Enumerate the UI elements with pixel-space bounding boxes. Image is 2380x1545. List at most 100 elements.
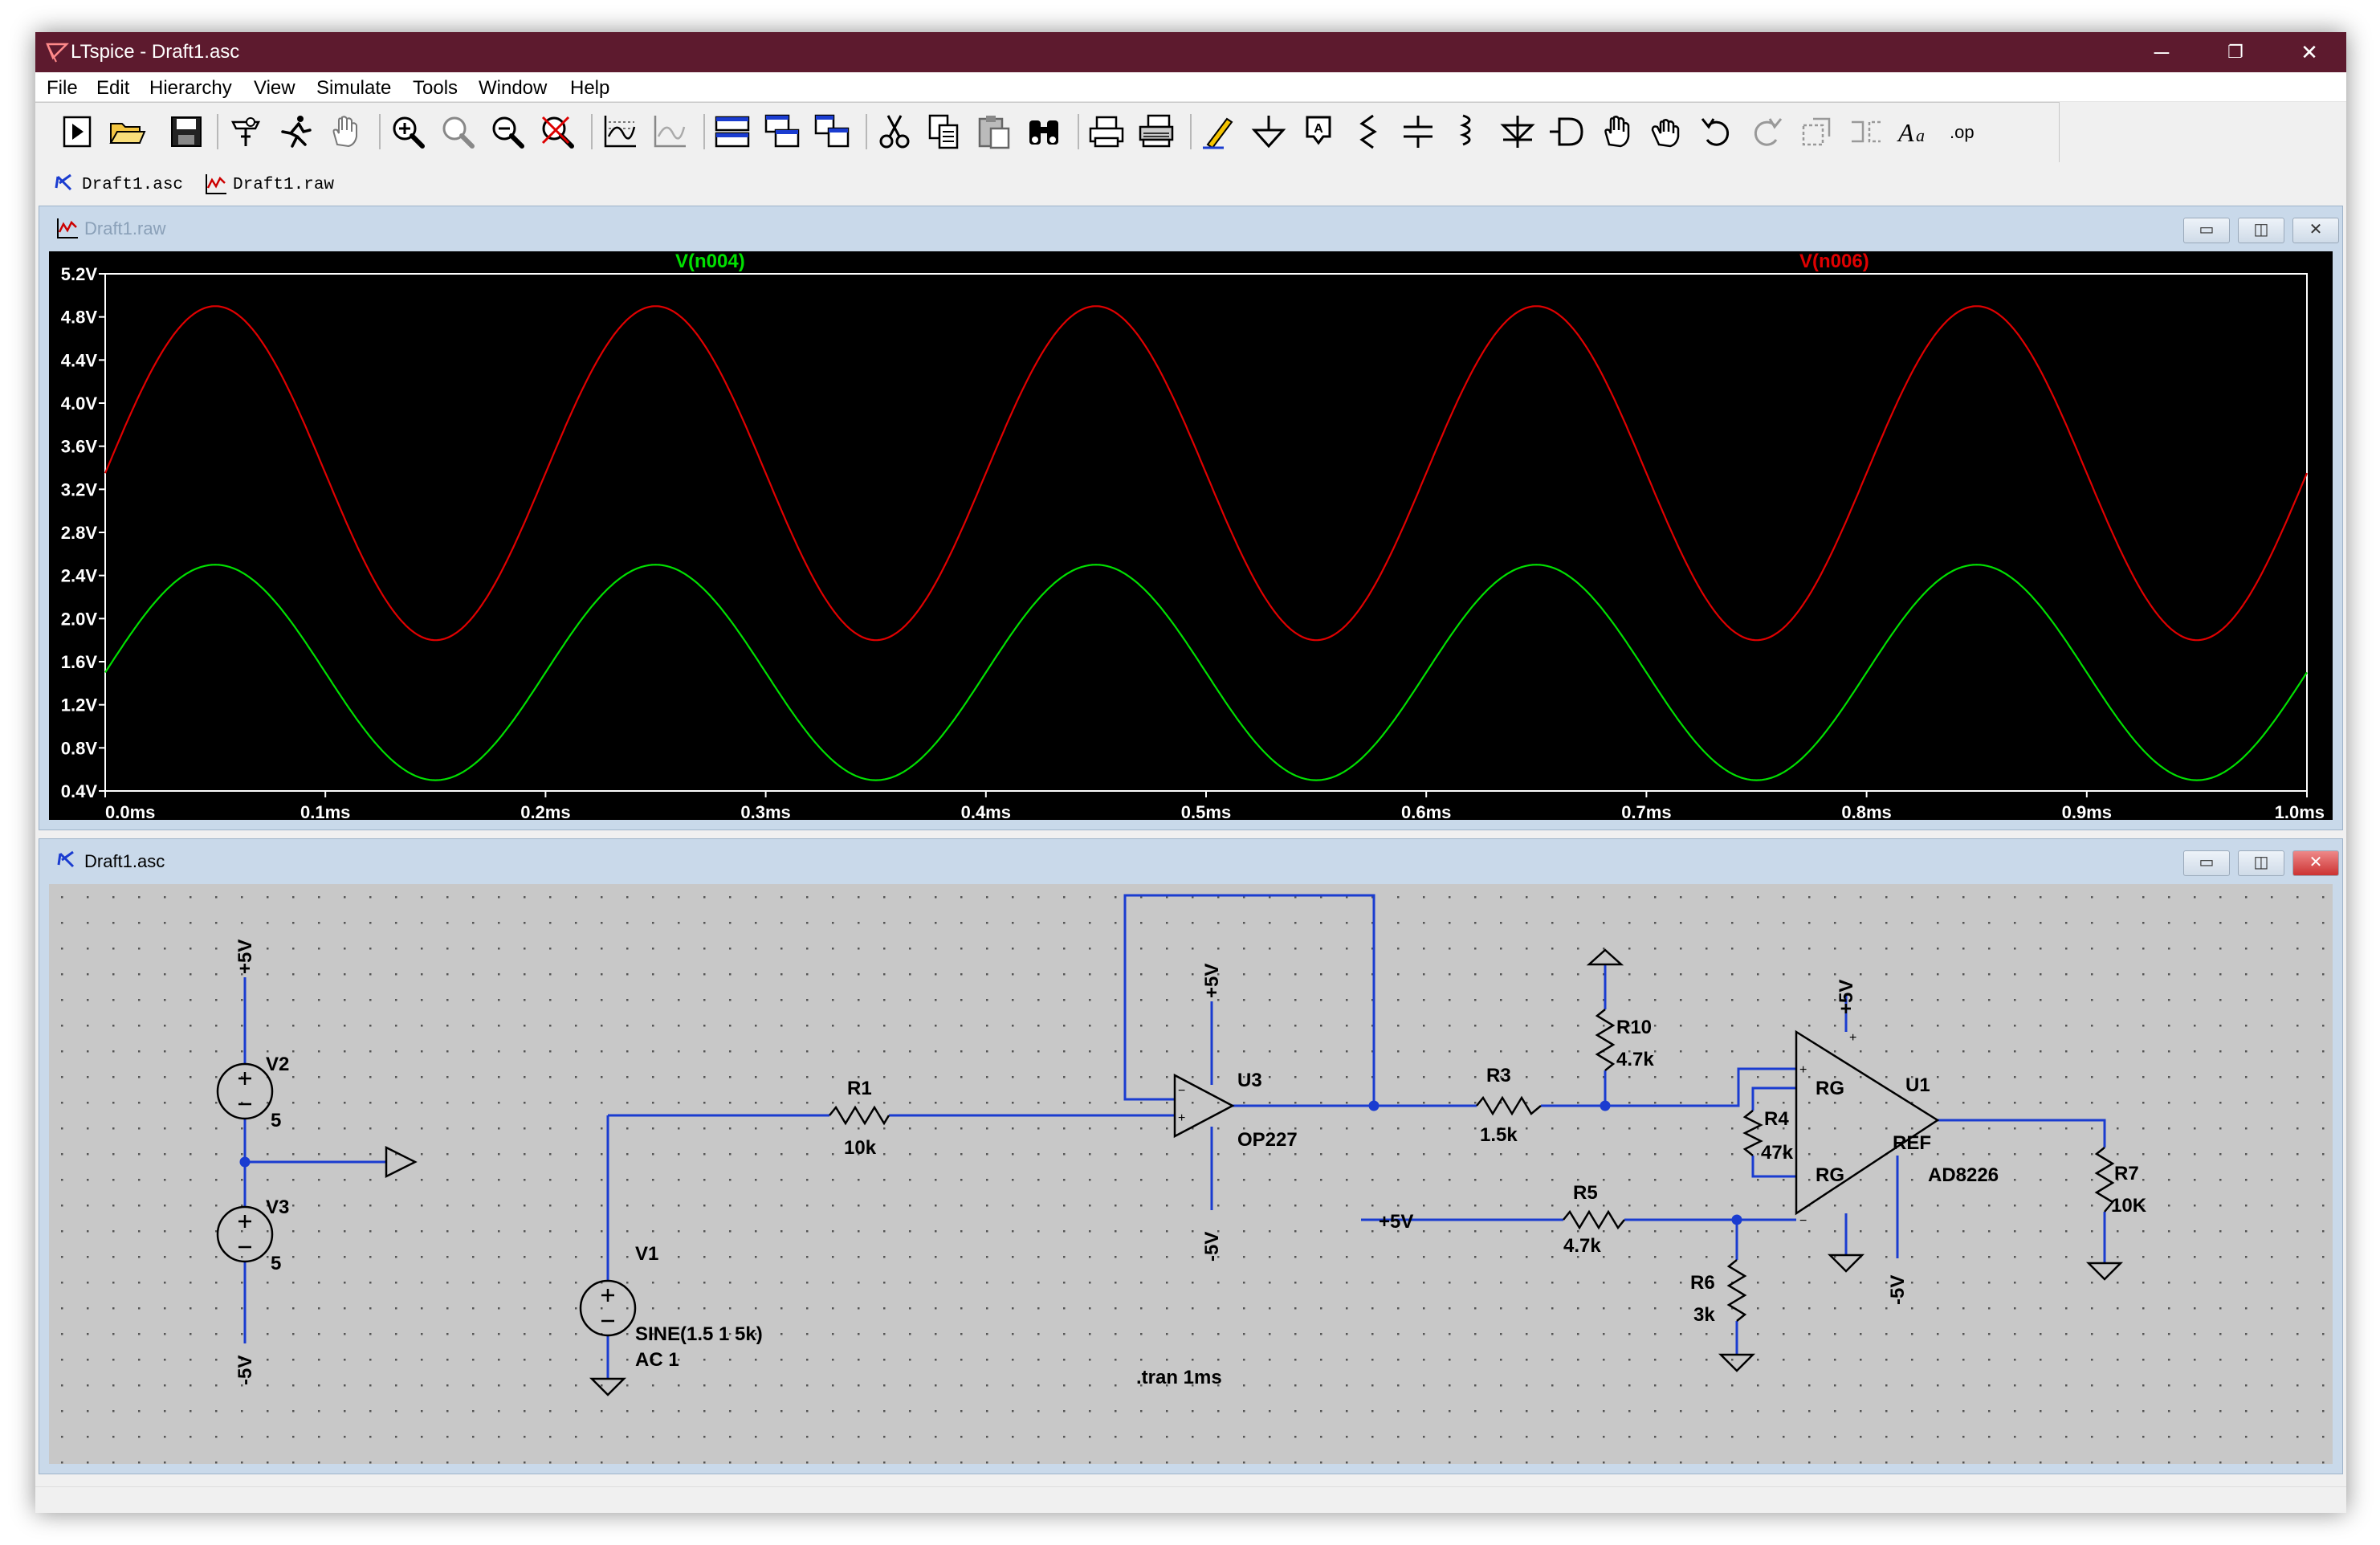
r1-value: 10k <box>844 1137 877 1159</box>
move-icon[interactable] <box>1598 112 1636 151</box>
control-panel-icon[interactable] <box>226 112 265 151</box>
x-tick-label: 0.1ms <box>300 802 350 820</box>
toolbar-separator <box>1190 114 1192 149</box>
waveform-restore-button[interactable]: ◫ <box>2238 218 2284 243</box>
zoom-in-icon[interactable] <box>389 112 427 151</box>
paste-icon[interactable] <box>975 112 1013 151</box>
svg-text:+: + <box>1799 1063 1807 1077</box>
y-tick-label: 0.4V <box>61 781 98 801</box>
menu-simulate[interactable]: Simulate <box>316 77 391 100</box>
spice-directive[interactable]: .tran 1ms <box>1136 1367 1222 1388</box>
tile-horizontal-icon[interactable] <box>713 112 752 151</box>
open-icon[interactable] <box>108 112 146 151</box>
ground-icon[interactable] <box>1249 112 1288 151</box>
title-bar: LTspice - Draft1.asc ─ ❐ ✕ <box>35 32 2346 72</box>
diode-icon[interactable] <box>1498 112 1537 151</box>
y-tick-label: 4.0V <box>61 393 98 414</box>
mirror-icon[interactable] <box>1847 112 1885 151</box>
x-tick-label: 0.5ms <box>1181 802 1231 820</box>
toolbar-separator <box>866 114 867 149</box>
waveform-minimize-button[interactable]: ▭ <box>2183 218 2230 243</box>
autorange-icon[interactable] <box>601 112 639 151</box>
redo-icon[interactable] <box>1747 112 1786 151</box>
close-button[interactable]: ✕ <box>2272 32 2346 72</box>
schematic-restore-button[interactable]: ◫ <box>2238 850 2284 876</box>
run-icon[interactable] <box>58 112 96 151</box>
svg-text:A: A <box>1314 122 1323 136</box>
zoom-full-icon[interactable] <box>438 112 477 151</box>
tile-vertical-icon[interactable] <box>813 112 851 151</box>
trace-label[interactable]: V(n006) <box>1799 251 1869 272</box>
svg-text:+: + <box>1849 1031 1856 1045</box>
print-setup-icon[interactable] <box>1137 112 1176 151</box>
toolbar-separator <box>591 114 593 149</box>
svg-text:A: A <box>1897 118 1914 147</box>
capacitor-icon[interactable] <box>1399 112 1437 151</box>
trace-vn004[interactable] <box>104 564 2308 781</box>
copy-icon[interactable] <box>925 112 964 151</box>
menu-file[interactable]: File <box>47 77 78 100</box>
text-icon[interactable]: Aa <box>1897 112 1935 151</box>
menu-window[interactable]: Window <box>479 77 547 100</box>
r1-name: R1 <box>847 1078 872 1099</box>
menu-help[interactable]: Help <box>570 77 609 100</box>
x-tick-label: 0.7ms <box>1621 802 1671 820</box>
zoom-cancel-icon[interactable] <box>538 112 577 151</box>
r6-name: R6 <box>1690 1272 1715 1294</box>
cut-icon[interactable] <box>875 112 914 151</box>
run-simulation-icon[interactable] <box>276 112 315 151</box>
waveform-plot-area[interactable]: 5.2V 4.8V 4.4V 4.0V 3.6V 3.2V 2.8V 2.4V 2.0V 1.6V… <box>49 251 2333 822</box>
undo-icon[interactable] <box>1697 112 1736 151</box>
schematic-close-button[interactable]: ✕ <box>2292 850 2339 876</box>
cascade-icon[interactable] <box>763 112 801 151</box>
svg-text:−: − <box>1799 1214 1807 1228</box>
u1-rg1-pin: RG <box>1816 1078 1844 1099</box>
component-icon[interactable] <box>1548 112 1587 151</box>
save-icon[interactable] <box>167 112 206 151</box>
x-tick-label: 0.0ms <box>105 802 155 820</box>
u3-model: OP227 <box>1237 1129 1298 1151</box>
maximize-button[interactable]: ❐ <box>2199 32 2272 72</box>
ltspice-window: LTspice - Draft1.asc ─ ❐ ✕ File Edit Hie… <box>35 32 2346 1513</box>
rotate-icon[interactable] <box>1797 112 1836 151</box>
junction <box>1600 1100 1611 1111</box>
draw-wire-icon[interactable] <box>1200 112 1238 151</box>
u3-neg-supply-label: -5V <box>1201 1232 1223 1262</box>
label-net-icon[interactable]: A <box>1299 112 1338 151</box>
print-icon[interactable] <box>1087 112 1126 151</box>
menu-view[interactable]: View <box>254 77 295 100</box>
r3-name: R3 <box>1486 1065 1511 1086</box>
delete-traces-icon[interactable] <box>650 112 689 151</box>
inductor-icon[interactable] <box>1449 112 1487 151</box>
v1-ac-value: AC 1 <box>635 1349 679 1371</box>
r6-value: 3k <box>1693 1304 1715 1326</box>
v3-name: V3 <box>266 1196 289 1218</box>
waveform-close-button[interactable]: ✕ <box>2292 218 2339 243</box>
u1-supply-label: +5V <box>1836 980 1857 1014</box>
tab-schematic[interactable]: Draft1.asc <box>48 170 193 199</box>
schematic-canvas[interactable]: − + + − + +5V V2 5 V3 5 -5V V1 SINE(1.5 1 … <box>49 884 2333 1464</box>
schematic-minimize-button[interactable]: ▭ <box>2183 850 2230 876</box>
drag-icon[interactable] <box>1648 112 1686 151</box>
find-icon[interactable] <box>1025 112 1063 151</box>
spice-directive-icon[interactable]: .op <box>1946 112 1985 151</box>
menu-tools[interactable]: Tools <box>413 77 458 100</box>
r10-value: 4.7k <box>1616 1049 1654 1070</box>
resistor-icon[interactable] <box>1349 112 1388 151</box>
trace-vn006[interactable] <box>104 305 2309 642</box>
zoom-out-icon[interactable] <box>488 112 527 151</box>
x-tick-label: 0.4ms <box>961 802 1011 820</box>
waveform-chart[interactable]: 5.2V 4.8V 4.4V 4.0V 3.6V 3.2V 2.8V 2.4V 2.0V 1.6V… <box>49 251 2333 822</box>
tab-waveform[interactable]: Draft1.raw <box>199 170 352 199</box>
pan-icon[interactable] <box>326 112 365 151</box>
menu-edit[interactable]: Edit <box>96 77 129 100</box>
r7-name: R7 <box>2114 1163 2139 1184</box>
tab-label: Draft1.asc <box>82 176 184 194</box>
schematic-window: Draft1.asc ▭ ◫ ✕ − + + − + +5V V2 5 V3 5… <box>39 838 2343 1474</box>
menu-hierarchy[interactable]: Hierarchy <box>149 77 232 100</box>
u1-model: AD8226 <box>1928 1164 1999 1186</box>
u3-name: U3 <box>1237 1070 1262 1091</box>
minimize-button[interactable]: ─ <box>2125 32 2199 72</box>
trace-label[interactable]: V(n004) <box>675 251 745 272</box>
waveform-window-title: Draft1.raw <box>84 218 166 238</box>
